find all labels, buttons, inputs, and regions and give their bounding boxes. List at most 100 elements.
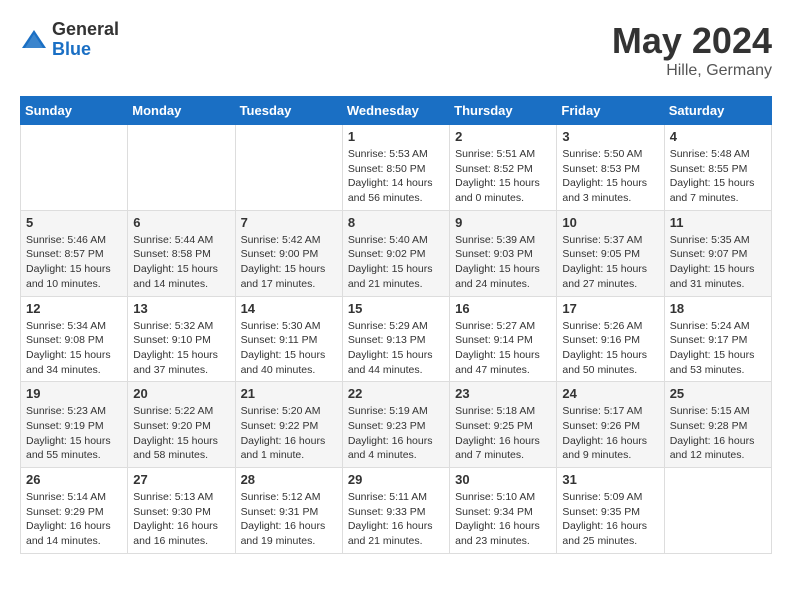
logo: General Blue [20,20,119,60]
day-number: 27 [133,472,229,487]
calendar-cell: 13 Sunrise: 5:32 AM Sunset: 9:10 PM Dayli… [128,296,235,382]
calendar-cell: 31 Sunrise: 5:09 AM Sunset: 9:35 PM Dayli… [557,468,664,554]
calendar-cell: 5 Sunrise: 5:46 AM Sunset: 8:57 PM Daylig… [21,210,128,296]
logo-blue: Blue [52,40,119,60]
page-header: General Blue May 2024 Hille, Germany [20,20,772,80]
cell-info: Sunrise: 5:15 AM Sunset: 9:28 PM Dayligh… [670,404,766,463]
cell-info: Sunrise: 5:11 AM Sunset: 9:33 PM Dayligh… [348,490,444,549]
cell-info: Sunrise: 5:10 AM Sunset: 9:34 PM Dayligh… [455,490,551,549]
calendar-cell: 24 Sunrise: 5:17 AM Sunset: 9:26 PM Dayli… [557,382,664,468]
logo-text: General Blue [52,20,119,60]
day-number: 6 [133,215,229,230]
weekday-header-thursday: Thursday [450,97,557,125]
cell-info: Sunrise: 5:35 AM Sunset: 9:07 PM Dayligh… [670,233,766,292]
calendar-cell: 9Sunrise: 5:39 AM Sunset: 9:03 PM Daylig… [450,210,557,296]
month-title: May 2024 [612,20,772,62]
cell-info: Sunrise: 5:13 AM Sunset: 9:30 PM Dayligh… [133,490,229,549]
calendar-cell: 29Sunrise: 5:11 AM Sunset: 9:33 PM Dayli… [342,468,449,554]
cell-info: Sunrise: 5:48 AM Sunset: 8:55 PM Dayligh… [670,147,766,206]
weekday-header-saturday: Saturday [664,97,771,125]
logo-icon [20,26,48,54]
calendar-cell: 22 Sunrise: 5:19 AM Sunset: 9:23 PM Dayli… [342,382,449,468]
calendar-cell: 15 Sunrise: 5:29 AM Sunset: 9:13 PM Dayli… [342,296,449,382]
day-number: 15 [348,301,444,316]
cell-info: Sunrise: 5:39 AM Sunset: 9:03 PM Dayligh… [455,233,551,292]
day-number: 25 [670,386,766,401]
day-number: 2 [455,129,551,144]
cell-info: Sunrise: 5:44 AM Sunset: 8:58 PM Dayligh… [133,233,229,292]
cell-info: Sunrise: 5:30 AM Sunset: 9:11 PM Dayligh… [241,319,337,378]
day-number: 14 [241,301,337,316]
weekday-header-monday: Monday [128,97,235,125]
calendar-cell: 18Sunrise: 5:24 AM Sunset: 9:17 PM Dayli… [664,296,771,382]
calendar-cell: 28 Sunrise: 5:12 AM Sunset: 9:31 PM Dayli… [235,468,342,554]
calendar-cell: 4 Sunrise: 5:48 AM Sunset: 8:55 PM Daylig… [664,125,771,211]
day-number: 10 [562,215,658,230]
weekday-header-sunday: Sunday [21,97,128,125]
day-number: 11 [670,215,766,230]
weekday-header-friday: Friday [557,97,664,125]
week-row-5: 26Sunrise: 5:14 AM Sunset: 9:29 PM Dayli… [21,468,772,554]
day-number: 30 [455,472,551,487]
day-number: 4 [670,129,766,144]
day-number: 16 [455,301,551,316]
cell-info: Sunrise: 5:18 AM Sunset: 9:25 PM Dayligh… [455,404,551,463]
cell-info: Sunrise: 5:29 AM Sunset: 9:13 PM Dayligh… [348,319,444,378]
cell-info: Sunrise: 5:17 AM Sunset: 9:26 PM Dayligh… [562,404,658,463]
cell-info: Sunrise: 5:50 AM Sunset: 8:53 PM Dayligh… [562,147,658,206]
location-title: Hille, Germany [612,62,772,80]
day-number: 21 [241,386,337,401]
cell-info: Sunrise: 5:40 AM Sunset: 9:02 PM Dayligh… [348,233,444,292]
calendar-cell [664,468,771,554]
calendar: SundayMondayTuesdayWednesdayThursdayFrid… [20,96,772,554]
day-number: 12 [26,301,122,316]
title-block: May 2024 Hille, Germany [612,20,772,80]
day-number: 23 [455,386,551,401]
calendar-cell: 2 Sunrise: 5:51 AM Sunset: 8:52 PM Daylig… [450,125,557,211]
day-number: 17 [562,301,658,316]
logo-general: General [52,20,119,40]
day-number: 5 [26,215,122,230]
day-number: 31 [562,472,658,487]
day-number: 18 [670,301,766,316]
day-number: 19 [26,386,122,401]
calendar-cell [235,125,342,211]
cell-info: Sunrise: 5:32 AM Sunset: 9:10 PM Dayligh… [133,319,229,378]
day-number: 24 [562,386,658,401]
day-number: 28 [241,472,337,487]
calendar-cell: 16 Sunrise: 5:27 AM Sunset: 9:14 PM Dayli… [450,296,557,382]
calendar-cell: 10Sunrise: 5:37 AM Sunset: 9:05 PM Dayli… [557,210,664,296]
calendar-cell: 20 Sunrise: 5:22 AM Sunset: 9:20 PM Dayli… [128,382,235,468]
cell-info: Sunrise: 5:53 AM Sunset: 8:50 PM Dayligh… [348,147,444,206]
calendar-cell [21,125,128,211]
calendar-cell: 7Sunrise: 5:42 AM Sunset: 9:00 PM Daylig… [235,210,342,296]
weekday-header-row: SundayMondayTuesdayWednesdayThursdayFrid… [21,97,772,125]
day-number: 20 [133,386,229,401]
weekday-header-wednesday: Wednesday [342,97,449,125]
calendar-cell: 11 Sunrise: 5:35 AM Sunset: 9:07 PM Dayli… [664,210,771,296]
cell-info: Sunrise: 5:20 AM Sunset: 9:22 PM Dayligh… [241,404,337,463]
cell-info: Sunrise: 5:09 AM Sunset: 9:35 PM Dayligh… [562,490,658,549]
cell-info: Sunrise: 5:42 AM Sunset: 9:00 PM Dayligh… [241,233,337,292]
cell-info: Sunrise: 5:12 AM Sunset: 9:31 PM Dayligh… [241,490,337,549]
cell-info: Sunrise: 5:22 AM Sunset: 9:20 PM Dayligh… [133,404,229,463]
weekday-header-tuesday: Tuesday [235,97,342,125]
week-row-3: 12Sunrise: 5:34 AM Sunset: 9:08 PM Dayli… [21,296,772,382]
week-row-2: 5 Sunrise: 5:46 AM Sunset: 8:57 PM Daylig… [21,210,772,296]
cell-info: Sunrise: 5:51 AM Sunset: 8:52 PM Dayligh… [455,147,551,206]
cell-info: Sunrise: 5:19 AM Sunset: 9:23 PM Dayligh… [348,404,444,463]
day-number: 3 [562,129,658,144]
calendar-cell [128,125,235,211]
cell-info: Sunrise: 5:46 AM Sunset: 8:57 PM Dayligh… [26,233,122,292]
day-number: 13 [133,301,229,316]
calendar-cell: 14 Sunrise: 5:30 AM Sunset: 9:11 PM Dayli… [235,296,342,382]
calendar-cell: 25 Sunrise: 5:15 AM Sunset: 9:28 PM Dayli… [664,382,771,468]
cell-info: Sunrise: 5:27 AM Sunset: 9:14 PM Dayligh… [455,319,551,378]
calendar-cell: 8 Sunrise: 5:40 AM Sunset: 9:02 PM Daylig… [342,210,449,296]
calendar-cell: 21 Sunrise: 5:20 AM Sunset: 9:22 PM Dayli… [235,382,342,468]
calendar-cell: 1Sunrise: 5:53 AM Sunset: 8:50 PM Daylig… [342,125,449,211]
day-number: 8 [348,215,444,230]
day-number: 22 [348,386,444,401]
cell-info: Sunrise: 5:26 AM Sunset: 9:16 PM Dayligh… [562,319,658,378]
cell-info: Sunrise: 5:14 AM Sunset: 9:29 PM Dayligh… [26,490,122,549]
